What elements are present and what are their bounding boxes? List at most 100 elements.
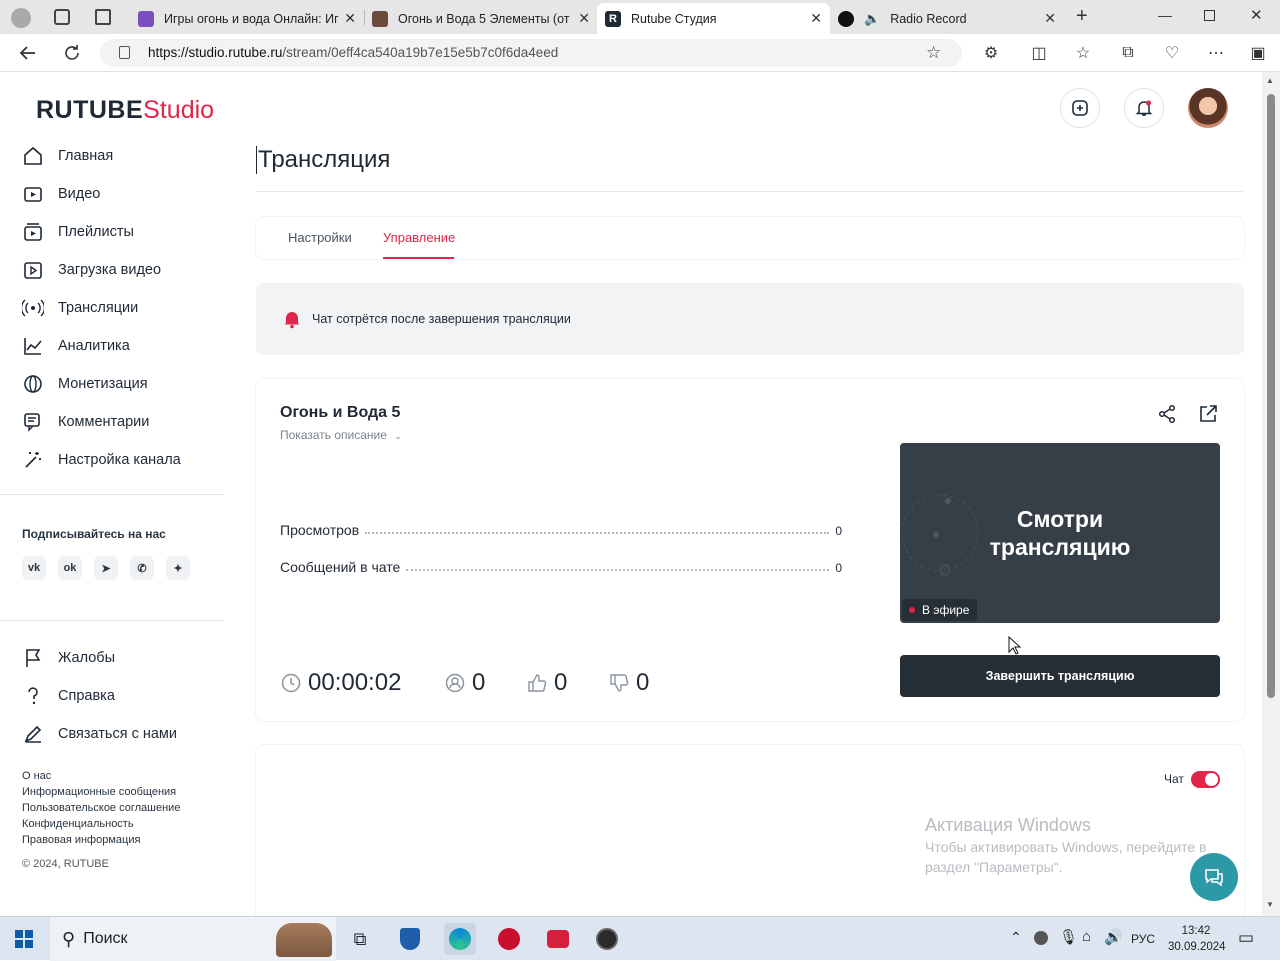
close-tab-icon[interactable]: ✕	[578, 10, 590, 27]
tray-expand-icon[interactable]: ⌃	[1010, 929, 1022, 946]
sidebar-toggle-icon[interactable]: ▣	[1247, 42, 1269, 64]
windows-start-icon[interactable]	[8, 923, 40, 955]
clock[interactable]: 13:42 30.09.2024	[1168, 923, 1226, 955]
scroll-up-arrow-icon[interactable]: ▲	[1266, 76, 1274, 85]
url-host: https://studio.rutube.ru	[148, 45, 283, 60]
sidebar-item-channel-settings[interactable]: Настройка канала	[22, 441, 222, 479]
browser-tab[interactable]: 🔈 Radio Record ✕	[830, 3, 1064, 34]
star-icon[interactable]: ✦	[166, 556, 190, 580]
extensions-icon[interactable]: ⚙	[980, 42, 1002, 64]
sidebar-item-contact[interactable]: Связаться с нами	[22, 715, 222, 753]
browser-tab-active[interactable]: R Rutube Студия ✕	[597, 3, 830, 34]
tab-settings[interactable]: Настройки	[288, 230, 352, 245]
close-tab-icon[interactable]: ✕	[810, 10, 822, 27]
preview-line-2: трансляцию	[989, 534, 1131, 560]
sidebar-item-upload[interactable]: Загрузка видео	[22, 251, 222, 289]
minimize-button[interactable]: —	[1158, 7, 1172, 23]
language-indicator[interactable]: РУС	[1131, 932, 1155, 946]
tray-app-icon[interactable]	[1034, 931, 1048, 945]
lock-icon	[119, 46, 130, 59]
clock-icon	[281, 673, 301, 693]
tab-management[interactable]: Управление	[383, 230, 455, 245]
close-tab-icon[interactable]: ✕	[1044, 10, 1056, 27]
scroll-down-arrow-icon[interactable]: ▼	[1266, 900, 1274, 909]
close-tab-icon[interactable]: ✕	[344, 10, 356, 27]
end-stream-button[interactable]: Завершить трансляцию	[900, 655, 1220, 697]
footer-link-terms[interactable]: Пользовательское соглашение	[22, 802, 180, 814]
analytics-icon	[24, 338, 42, 355]
notifications-button[interactable]	[1124, 88, 1164, 128]
chat-notice: Чат сотрётся после завершения трансляции	[256, 283, 1244, 355]
footer-link-legal[interactable]: Правовая информация	[22, 834, 140, 846]
microphone-icon[interactable]: 🎙	[1059, 928, 1078, 946]
edge-browser-icon[interactable]	[444, 923, 476, 955]
ok-icon[interactable]: ok	[58, 556, 82, 580]
browser-tab[interactable]: Огонь и Вода 5 Элементы (от Ir ✕	[364, 3, 598, 34]
close-window-button[interactable]: ✕	[1250, 6, 1263, 24]
sidebar-item-help[interactable]: Справка	[22, 677, 222, 715]
security-app-icon[interactable]	[394, 923, 426, 955]
sidebar-item-label: Плейлисты	[58, 224, 134, 240]
sidebar-item-label: Справка	[58, 688, 115, 704]
task-view-icon[interactable]: ⧉	[344, 923, 376, 955]
footer-link-about[interactable]: О нас	[22, 770, 51, 782]
vk-icon[interactable]: vk	[22, 556, 46, 580]
browser-tab[interactable]: Игры огонь и вода Онлайн: Иг ✕	[130, 3, 364, 34]
rutube-studio-logo[interactable]: RUTUBEStudio	[36, 96, 214, 125]
sidebar-item-monetization[interactable]: Монетизация	[22, 365, 222, 403]
recorder-app-icon[interactable]	[542, 923, 574, 955]
workspaces-icon[interactable]	[54, 9, 70, 25]
thumbs-down-icon	[610, 674, 629, 692]
volume-icon[interactable]: 🔊	[1104, 928, 1123, 946]
sidebar-item-analytics[interactable]: Аналитика	[22, 327, 222, 365]
tab-title: Rutube Студия	[631, 11, 717, 26]
restore-button[interactable]	[1204, 10, 1215, 21]
sidebar-item-complaints[interactable]: Жалобы	[22, 639, 222, 677]
search-label: Поиск	[83, 930, 128, 947]
show-description-toggle[interactable]: Показать описание ⌄	[280, 428, 402, 442]
new-tab-button[interactable]: +	[1076, 5, 1088, 28]
sidebar-item-home[interactable]: Главная	[22, 137, 222, 175]
refresh-icon[interactable]	[61, 42, 83, 64]
obs-app-icon[interactable]	[591, 923, 623, 955]
stream-preview[interactable]: Смотри трансляцию В эфире	[900, 443, 1220, 623]
split-screen-icon[interactable]: ◫	[1028, 42, 1050, 64]
radio-favicon-icon	[838, 10, 854, 27]
avatar[interactable]	[1188, 88, 1228, 128]
preview-line-1: Смотри	[1016, 506, 1104, 532]
favorite-star-icon[interactable]: ☆	[926, 39, 941, 67]
viber-icon[interactable]: ✆	[130, 556, 154, 580]
open-external-icon[interactable]	[1198, 404, 1218, 429]
footer-link-privacy[interactable]: Конфиденциальность	[22, 818, 134, 830]
more-menu-icon[interactable]: ⋯	[1205, 42, 1227, 64]
notice-text: Чат сотрётся после завершения трансляции	[312, 312, 571, 326]
notification-center-icon[interactable]: ▭	[1238, 928, 1254, 948]
app-red-icon[interactable]	[493, 923, 525, 955]
performance-icon[interactable]: ♡	[1161, 42, 1183, 64]
page-title: Трансляция	[256, 146, 391, 174]
collections-icon[interactable]: ⧉	[1117, 42, 1139, 64]
sidebar-item-playlists[interactable]: Плейлисты	[22, 213, 222, 251]
share-icon[interactable]	[1157, 404, 1177, 429]
chat-card	[256, 745, 1244, 916]
add-content-button[interactable]	[1060, 88, 1100, 128]
sidebar-item-video[interactable]: Видео	[22, 175, 222, 213]
sidebar-item-broadcasts[interactable]: Трансляции	[22, 289, 222, 327]
profile-icon[interactable]	[11, 8, 31, 28]
support-chat-button[interactable]	[1190, 853, 1238, 901]
rutube-favicon-icon: R	[605, 10, 621, 27]
tab-actions-icon[interactable]	[95, 9, 111, 25]
footer-link-info[interactable]: Информационные сообщения	[22, 786, 176, 798]
scrollbar-thumb[interactable]	[1267, 94, 1275, 698]
telegram-icon[interactable]: ➤	[94, 556, 118, 580]
favorites-icon[interactable]: ☆	[1072, 42, 1094, 64]
sidebar-item-comments[interactable]: Комментарии	[22, 403, 222, 441]
page-scrollbar[interactable]: ▲ ▼	[1262, 72, 1280, 916]
chevron-down-icon: ⌄	[394, 431, 402, 441]
back-icon[interactable]	[17, 42, 39, 64]
taskbar-search[interactable]: ⚲ Поиск	[50, 917, 336, 961]
chat-toggle[interactable]	[1191, 771, 1220, 788]
url-field[interactable]: https://studio.rutube.ru/stream/0eff4ca5…	[100, 39, 962, 67]
network-icon[interactable]: ⌂	[1082, 928, 1091, 945]
game-favicon-icon	[372, 10, 388, 27]
